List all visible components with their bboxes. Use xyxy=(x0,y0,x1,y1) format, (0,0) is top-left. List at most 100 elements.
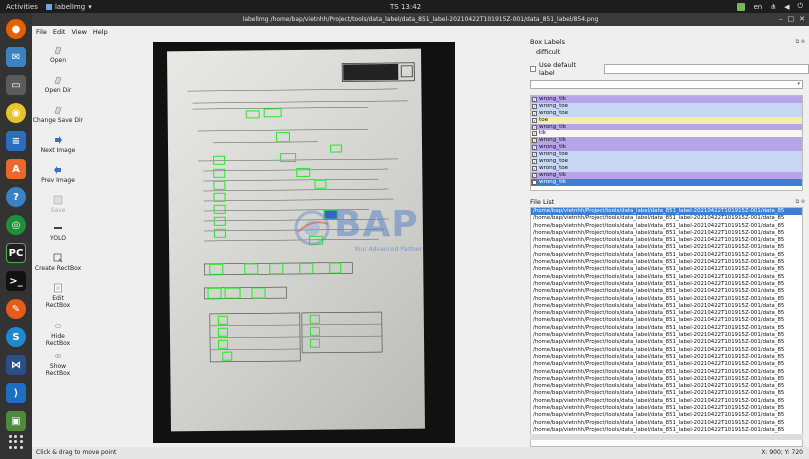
activities-button[interactable]: Activities xyxy=(6,3,38,11)
chrome-icon[interactable]: ◎ xyxy=(6,215,26,235)
file-list-item[interactable]: /home/bap/vietnhh/Project/tools/data_lab… xyxy=(531,339,802,346)
bounding-box[interactable] xyxy=(213,168,226,178)
file-list-item[interactable]: /home/bap/vietnhh/Project/tools/data_lab… xyxy=(531,244,802,251)
menu-help[interactable]: Help xyxy=(93,28,108,36)
checkbox-icon[interactable]: ✓ xyxy=(532,96,537,102)
file-list-item[interactable]: /home/bap/vietnhh/Project/tools/data_lab… xyxy=(531,223,802,230)
network-tool-icon[interactable]: ⋈ xyxy=(6,355,26,375)
bounding-box[interactable] xyxy=(245,110,260,119)
bounding-box[interactable] xyxy=(244,263,259,275)
bounding-box[interactable] xyxy=(213,228,226,238)
label-list-item[interactable]: ✓ wrong_tik xyxy=(531,171,802,179)
file-list-item[interactable]: /home/bap/vietnhh/Project/tools/data_lab… xyxy=(531,325,802,332)
labelimg-icon[interactable]: ▣ xyxy=(6,411,26,431)
file-list-item[interactable]: /home/bap/vietnhh/Project/tools/data_lab… xyxy=(531,230,802,237)
label-list-item[interactable]: ✓ wrong_tik xyxy=(531,137,802,145)
label-list-item[interactable]: ✓ wrong_toe xyxy=(531,102,802,110)
bounding-box[interactable] xyxy=(217,315,228,325)
bounding-box[interactable] xyxy=(263,108,282,118)
file-list-item[interactable]: /home/bap/vietnhh/Project/tools/data_lab… xyxy=(531,332,802,339)
checkbox-icon[interactable]: ✓ xyxy=(532,179,537,185)
minimize-icon[interactable]: – xyxy=(779,13,783,26)
checkbox-icon[interactable]: ✓ xyxy=(532,117,537,123)
writer-icon[interactable]: ≡ xyxy=(6,131,26,151)
file-list-item[interactable]: /home/bap/vietnhh/Project/tools/data_lab… xyxy=(531,361,802,368)
file-list-item[interactable]: /home/bap/vietnhh/Project/tools/data_lab… xyxy=(531,237,802,244)
maximize-icon[interactable]: □ xyxy=(788,13,795,26)
close-panel-icon[interactable]: ⊗ xyxy=(801,39,805,45)
firefox-icon[interactable]: ● xyxy=(6,19,26,39)
file-list-item[interactable]: /home/bap/vietnhh/Project/tools/data_lab… xyxy=(531,310,802,317)
power-icon[interactable]: ⏻ xyxy=(797,2,803,11)
software-center-icon[interactable]: A xyxy=(6,159,26,179)
bounding-box[interactable] xyxy=(280,152,297,163)
menu-edit[interactable]: Edit xyxy=(53,28,66,36)
file-list-item[interactable]: /home/bap/vietnhh/Project/tools/data_lab… xyxy=(531,259,802,266)
open-dir-button[interactable]: Open Dir xyxy=(32,75,84,94)
music-icon[interactable]: ◉ xyxy=(6,103,26,123)
bounding-box[interactable] xyxy=(296,167,311,177)
file-list-item[interactable]: /home/bap/vietnhh/Project/tools/data_lab… xyxy=(531,281,802,288)
menu-file[interactable]: File xyxy=(36,28,47,36)
mail-icon[interactable]: ✉ xyxy=(6,47,26,67)
checkbox-icon[interactable]: ✓ xyxy=(532,172,537,178)
bounding-box[interactable] xyxy=(224,287,241,299)
bounding-box[interactable] xyxy=(207,287,222,299)
file-list-item[interactable]: /home/bap/vietnhh/Project/tools/data_lab… xyxy=(531,369,802,376)
label-list-item[interactable]: ✓ wrong_tik xyxy=(531,123,802,131)
show-rectbox-button[interactable]: Show RectBox xyxy=(32,351,84,377)
file-list-item[interactable]: /home/bap/vietnhh/Project/tools/data_lab… xyxy=(531,252,802,259)
create-rectbox-button[interactable]: Create RectBox xyxy=(32,253,84,272)
bounding-box[interactable] xyxy=(314,179,327,189)
bounding-box[interactable] xyxy=(299,262,314,274)
bounding-box[interactable] xyxy=(309,314,320,324)
file-list-item[interactable]: /home/bap/vietnhh/Project/tools/data_lab… xyxy=(531,296,802,303)
file-list-item[interactable]: /home/bap/vietnhh/Project/tools/data_lab… xyxy=(531,303,802,310)
file-list-item[interactable]: /home/bap/vietnhh/Project/tools/data_lab… xyxy=(531,215,802,222)
bounding-box[interactable] xyxy=(213,180,226,190)
difficult-option[interactable]: difficult xyxy=(524,47,809,57)
bounding-box[interactable] xyxy=(269,263,284,275)
edit-rectbox-button[interactable]: Edit RectBox xyxy=(32,283,84,309)
network-icon[interactable]: ⋔ xyxy=(770,3,776,11)
bounding-box[interactable] xyxy=(310,338,321,348)
checkbox-icon[interactable]: ✓ xyxy=(532,131,537,137)
clock[interactable]: TS 13:42 xyxy=(390,3,421,11)
checkbox-icon[interactable]: ✓ xyxy=(532,145,537,151)
file-list-item[interactable]: /home/bap/vietnhh/Project/tools/data_lab… xyxy=(531,383,802,390)
label-list-item[interactable]: ✓ wrong_tik xyxy=(531,96,802,103)
file-list-item[interactable]: /home/bap/vietnhh/Project/tools/data_lab… xyxy=(531,274,802,281)
label-list-item[interactable]: ✓ wrong_toe xyxy=(531,158,802,165)
label-list-item[interactable]: ✓ wrong_tik xyxy=(531,178,802,186)
compass-icon[interactable]: ✎ xyxy=(6,299,26,319)
update-icon[interactable] xyxy=(737,2,746,11)
bounding-box[interactable] xyxy=(275,132,290,143)
label-list-item[interactable]: ✓ wrong_toe xyxy=(531,151,802,159)
checkbox-icon[interactable]: ✓ xyxy=(532,158,537,164)
bounding-box[interactable] xyxy=(309,326,321,336)
app-menu[interactable]: labelImg ▾ xyxy=(45,3,92,11)
skype-icon[interactable]: S xyxy=(6,327,26,347)
use-default-label-checkbox[interactable] xyxy=(530,65,536,72)
checkbox-icon[interactable]: ✓ xyxy=(532,124,537,130)
save-button[interactable]: Save xyxy=(32,195,84,214)
bounding-box[interactable] xyxy=(213,192,226,202)
close-icon[interactable]: ✕ xyxy=(799,13,805,26)
language-indicator[interactable]: en xyxy=(753,3,762,11)
file-list-item[interactable]: /home/bap/vietnhh/Project/tools/data_lab… xyxy=(531,405,802,412)
bounding-box[interactable] xyxy=(251,287,266,299)
float-panel-icon[interactable]: ⧉ xyxy=(796,199,800,205)
bounding-box[interactable] xyxy=(218,339,229,349)
label-filter-combo[interactable]: ▾ xyxy=(530,80,803,89)
prev-image-button[interactable]: Prev Image xyxy=(32,165,84,184)
label-list-item[interactable]: ✓ tik xyxy=(531,130,802,138)
bounding-box[interactable] xyxy=(329,262,342,274)
checkbox-icon[interactable]: ✓ xyxy=(532,103,537,109)
volume-icon[interactable]: ◀ xyxy=(784,3,789,11)
checkbox-icon[interactable]: ✓ xyxy=(532,110,537,116)
label-list-item[interactable]: ✓ wrong_toe xyxy=(531,109,802,117)
hide-rectbox-button[interactable]: Hide RectBox xyxy=(32,321,84,347)
close-panel-icon[interactable]: ⊗ xyxy=(801,199,805,205)
yolo-button[interactable]: YOLO xyxy=(32,223,84,242)
label-list[interactable]: ✓ wrong_tik ✓ wrong_toe ✓ wrong_toe ✓ toe ✓ wrong… xyxy=(530,95,803,191)
